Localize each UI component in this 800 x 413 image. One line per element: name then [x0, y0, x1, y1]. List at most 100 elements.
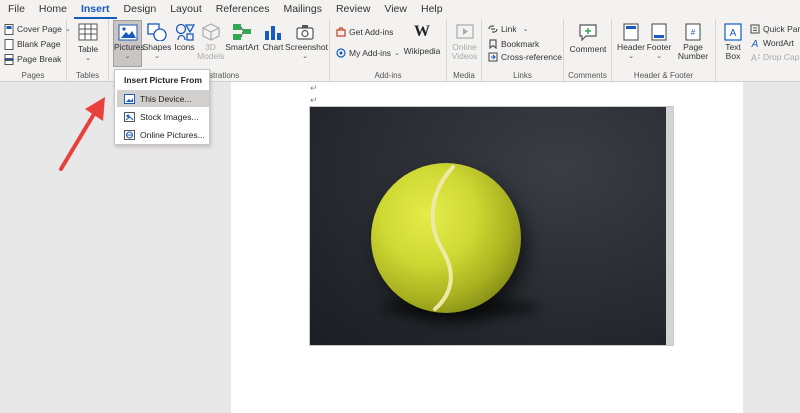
drop-cap-label: Drop Cap	[763, 52, 800, 62]
tab-insert[interactable]: Insert	[73, 0, 117, 19]
svg-text:A: A	[730, 28, 737, 39]
smartart-icon	[233, 24, 251, 40]
3d-models-button[interactable]: 3D Models	[197, 23, 224, 61]
pictures-label: Pictures	[114, 42, 145, 52]
pictures-button[interactable]: Pictures ⌄	[113, 20, 145, 67]
video-icon	[455, 24, 474, 39]
tab-file[interactable]: File	[0, 0, 32, 19]
my-addins-button[interactable]: My Add-ins ⌄	[336, 46, 400, 60]
menu-item-online-pictures[interactable]: Online Pictures...	[117, 126, 209, 143]
quick-parts-icon	[750, 24, 760, 34]
header-icon	[623, 23, 639, 41]
tab-home[interactable]: Home	[32, 0, 74, 19]
tab-help[interactable]: Help	[414, 0, 450, 19]
picture-icon	[118, 24, 137, 41]
3d-models-label-2: Models	[197, 51, 225, 61]
page-number-button[interactable]: # Page Number	[674, 23, 712, 61]
drop-cap-button[interactable]: A Drop Cap	[750, 50, 799, 64]
device-picture-icon	[124, 93, 135, 104]
menu-bar: File Home Insert Design Layout Reference…	[0, 0, 800, 19]
chevron-down-icon: ⌄	[124, 53, 131, 60]
chevron-down-icon: ⌄	[628, 53, 634, 60]
chevron-down-icon: ⌄	[522, 26, 529, 33]
smartart-button[interactable]: SmartArt	[224, 23, 260, 52]
header-button[interactable]: Header ⌄	[617, 23, 645, 61]
get-addins-button[interactable]: Get Add-ins	[336, 25, 393, 39]
stock-images-icon	[124, 111, 135, 122]
inserted-picture[interactable]	[309, 106, 674, 346]
cross-reference-icon	[488, 52, 498, 62]
footer-button[interactable]: Footer ⌄	[645, 23, 673, 61]
table-button[interactable]: Table ⌄	[76, 23, 100, 63]
text-box-label-2: Box	[725, 51, 741, 61]
icons-button[interactable]: Icons	[172, 23, 197, 52]
wordart-label: WordArt	[763, 38, 795, 48]
tab-review[interactable]: Review	[329, 0, 377, 19]
store-icon	[336, 27, 346, 37]
menu-item-label: This Device...	[140, 93, 192, 104]
chart-button[interactable]: Chart	[260, 23, 286, 52]
page-number-icon: #	[685, 23, 701, 41]
text-box-icon: A	[724, 23, 742, 41]
group-label-links: Links	[513, 71, 532, 80]
cover-page-button[interactable]: Cover Page ⌄	[4, 22, 71, 36]
tab-view[interactable]: View	[377, 0, 414, 19]
smartart-label: SmartArt	[225, 42, 259, 52]
page-break-label: Page Break	[17, 54, 62, 64]
wordart-icon: A	[751, 39, 759, 48]
bookmark-label: Bookmark	[501, 39, 540, 49]
group-comments: Comment Comments	[564, 19, 612, 82]
picture-edge	[666, 107, 673, 345]
menu-item-label: Online Pictures...	[140, 129, 205, 140]
page-break-button[interactable]: Page Break	[4, 52, 61, 66]
quick-parts-button[interactable]: Quick Parts	[750, 22, 800, 36]
menu-item-this-device[interactable]: This Device...	[117, 90, 209, 107]
link-icon	[488, 25, 498, 33]
menu-item-stock-images[interactable]: Stock Images...	[117, 108, 209, 125]
icons-gallery-icon	[175, 23, 195, 41]
group-tables: Table ⌄ Tables	[67, 19, 109, 82]
bookmark-button[interactable]: Bookmark	[488, 37, 539, 51]
footer-icon	[651, 23, 667, 41]
tab-references[interactable]: References	[209, 0, 277, 19]
tab-mailings[interactable]: Mailings	[276, 0, 329, 19]
screenshot-button[interactable]: Screenshot ⌄	[285, 23, 328, 61]
comment-button[interactable]: Comment	[569, 23, 607, 54]
group-label-tables: Tables	[75, 71, 100, 80]
link-button[interactable]: Link ⌄	[488, 22, 528, 36]
get-addins-label: Get Add-ins	[349, 27, 394, 37]
insert-picture-dropdown: Insert Picture From This Device... Stock…	[114, 69, 210, 145]
group-label-header-footer: Header & Footer	[633, 71, 694, 80]
blank-page-button[interactable]: Blank Page	[4, 37, 60, 51]
comment-label: Comment	[569, 44, 607, 54]
header-label: Header	[617, 42, 645, 52]
chevron-down-icon: ⌄	[656, 53, 662, 60]
picture-background	[310, 107, 667, 345]
wikipedia-label: Wikipedia	[403, 46, 441, 56]
cross-reference-button[interactable]: Cross-reference	[488, 50, 562, 64]
text-box-button[interactable]: A Text Box	[720, 23, 746, 61]
group-addins: Get Add-ins My Add-ins ⌄ W Wikipedia Add-…	[330, 19, 447, 82]
tab-design[interactable]: Design	[117, 0, 164, 19]
table-label: Table	[77, 44, 99, 54]
bookmark-icon	[489, 39, 497, 49]
page-break-icon	[4, 53, 14, 65]
screenshot-label: Screenshot	[285, 42, 328, 52]
group-pages: Cover Page ⌄ Blank Page Page Break Pages	[0, 19, 71, 82]
group-label-media: Media	[453, 71, 475, 80]
addins-icon	[336, 48, 346, 58]
table-icon	[78, 23, 98, 41]
tennis-ball-seam	[430, 165, 455, 311]
online-videos-button[interactable]: Online Videos	[450, 23, 479, 61]
tennis-ball	[371, 163, 521, 313]
shapes-button[interactable]: Shapes ⌄	[142, 23, 172, 61]
wordart-button[interactable]: A WordArt	[750, 36, 794, 50]
wikipedia-button[interactable]: W Wikipedia	[402, 23, 442, 56]
shapes-icon	[147, 23, 167, 42]
tab-layout[interactable]: Layout	[163, 0, 209, 19]
group-label-illustrations: strations	[209, 71, 240, 80]
footer-label: Footer	[646, 42, 672, 52]
chevron-down-icon: ⌄	[85, 55, 91, 62]
online-pictures-icon	[124, 129, 135, 140]
menu-item-label: Stock Images...	[140, 111, 199, 122]
